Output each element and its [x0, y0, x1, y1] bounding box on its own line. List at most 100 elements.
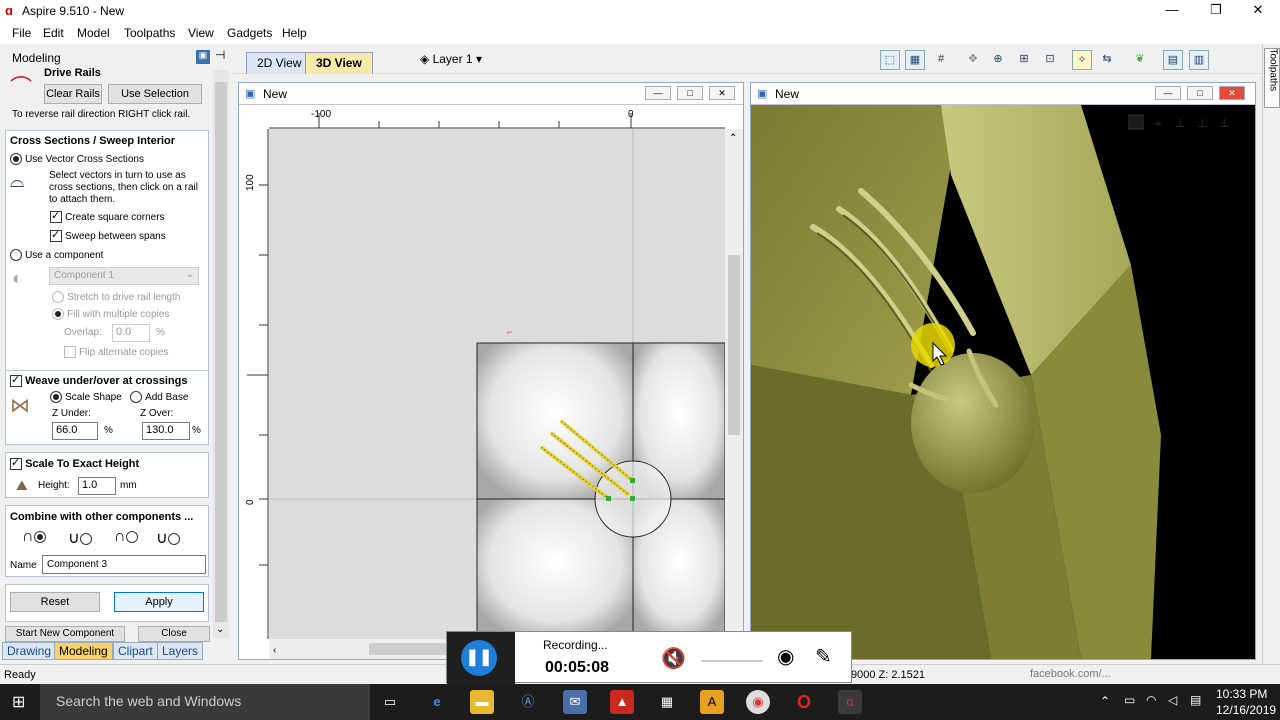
overlap-input[interactable]: 0.0 — [112, 324, 150, 342]
store-icon[interactable]: ▦ — [655, 690, 679, 714]
snap-icon[interactable]: ✧ — [1072, 50, 1092, 70]
3d-tool-icon[interactable]: ⌖ — [1155, 116, 1162, 130]
menu-gadgets[interactable]: Gadgets — [227, 26, 272, 40]
node-handle[interactable] — [606, 496, 611, 501]
menu-edit[interactable]: Edit — [43, 26, 64, 40]
view-3d-close[interactable]: ✕ — [1219, 86, 1245, 100]
tile-vertical-icon[interactable]: ▥ — [1189, 50, 1209, 70]
aspire-active-icon[interactable]: ɑ — [838, 690, 862, 714]
restore-button[interactable]: ❐ — [1194, 0, 1238, 22]
pan-icon[interactable]: ✥ — [963, 50, 983, 70]
square-corners-checkbox[interactable]: Create square corners — [50, 209, 165, 224]
view-2d-vscroll-thumb[interactable] — [728, 255, 740, 435]
minimize-button[interactable]: — — [1150, 0, 1194, 22]
menu-view[interactable]: View — [188, 26, 214, 40]
view-2d-maximize[interactable]: □ — [677, 86, 703, 100]
3d-tool-icon[interactable]: ⊥ — [1197, 116, 1207, 130]
windows-start-icon[interactable]: ⊞ — [12, 692, 25, 712]
app-icon[interactable]: Ⓐ — [516, 690, 540, 714]
menu-help[interactable]: Help — [282, 26, 307, 40]
add-base-radio[interactable]: Add Base — [130, 391, 188, 404]
stretch-radio[interactable]: Stretch to drive rail length — [52, 291, 180, 304]
scroll-up-icon[interactable]: ⌃ — [729, 133, 737, 144]
panel-scroll-thumb[interactable] — [215, 82, 227, 622]
combine-merge-option[interactable]: ∩ — [114, 528, 138, 546]
panel-dock-icon[interactable]: ⊣ — [215, 48, 225, 62]
sweep-spans-checkbox[interactable]: Sweep between spans — [50, 228, 166, 243]
z-under-input[interactable]: 66.0 — [52, 422, 98, 440]
edge-icon[interactable]: e — [425, 690, 449, 714]
combine-multiply-option[interactable]: ∪ — [156, 528, 180, 548]
start-new-component-button[interactable]: Start New Component — [5, 626, 125, 642]
network-icon[interactable]: ◠ — [1146, 693, 1156, 707]
3d-tool-icon[interactable]: ⊥ — [1219, 116, 1229, 130]
scroll-left-icon[interactable]: ‹ — [273, 645, 276, 656]
tab-layers[interactable]: Layers — [157, 642, 204, 660]
menu-model[interactable]: Model — [77, 26, 110, 40]
tab-drawing[interactable]: Drawing — [2, 642, 57, 660]
tab-2d-view[interactable]: 2D View — [246, 52, 313, 74]
speaker-muted-icon[interactable]: 🔇 — [661, 646, 686, 671]
clear-rails-button[interactable]: Clear Rails — [44, 84, 102, 104]
opera-icon[interactable]: O — [792, 690, 816, 714]
align-icon[interactable]: ⇆ — [1097, 50, 1117, 70]
reset-button[interactable]: Reset — [10, 592, 100, 612]
notification-icon[interactable]: ▤ — [1190, 693, 1201, 707]
3d-tool-icon[interactable]: ⊥ — [1175, 116, 1185, 130]
menu-toolpaths[interactable]: Toolpaths — [124, 26, 175, 40]
grid-icon[interactable]: # — [931, 50, 951, 70]
close-panel-button[interactable]: Close — [138, 626, 210, 642]
use-component-radio[interactable]: Use a component — [10, 249, 103, 262]
apply-button[interactable]: Apply — [114, 592, 204, 612]
zoom-box-icon[interactable]: ⬚ — [880, 50, 900, 70]
component-name-input[interactable]: Component 3 — [42, 555, 206, 574]
volume-slider[interactable] — [701, 660, 763, 662]
use-vector-radio[interactable]: Use Vector Cross Sections — [10, 153, 144, 166]
scroll-down-icon[interactable]: ⌄ — [216, 624, 224, 635]
view-2d-canvas[interactable]: -100 0 100 0 ⌐ ⌃ ‹ — [239, 105, 743, 659]
view-2d-close[interactable]: ✕ — [709, 86, 735, 100]
image-view-icon[interactable]: ▦ — [905, 50, 925, 70]
scale-shape-radio[interactable]: Scale Shape — [50, 391, 122, 404]
zoom-selection-icon[interactable]: ⊡ — [1040, 50, 1060, 70]
zoom-extents-icon[interactable]: ⊞ — [1014, 50, 1034, 70]
battery-icon[interactable]: ▭ — [1124, 693, 1135, 707]
webcam-icon[interactable]: ◉ — [777, 644, 794, 669]
volume-icon[interactable]: ◁ — [1168, 693, 1177, 707]
layer-dropdown[interactable]: ◈ Layer 1 ▾ — [420, 52, 482, 66]
file-explorer-icon[interactable]: ▬ — [470, 690, 494, 714]
view-3d-maximize[interactable]: □ — [1187, 86, 1213, 100]
node-handle[interactable] — [630, 478, 635, 483]
leaf-icon[interactable]: ❦ — [1130, 50, 1150, 70]
app-icon[interactable]: ✉ — [563, 690, 587, 714]
taskbar-search-box[interactable]: Search the web and Windows — [40, 684, 370, 720]
tab-clipart[interactable]: Clipart — [113, 642, 158, 660]
combine-add-option[interactable]: ∩ — [22, 528, 46, 546]
weave-checkbox[interactable]: Weave under/over at crossings — [10, 373, 187, 388]
fill-multiple-radio[interactable]: Fill with multiple copies — [52, 308, 169, 321]
toolpaths-side-tab[interactable]: Toolpaths — [1264, 48, 1280, 108]
pen-icon[interactable]: ✎ — [815, 644, 832, 669]
tray-up-icon[interactable]: ⌃ — [1100, 694, 1110, 708]
flip-checkbox[interactable]: Flip alternate copies — [64, 346, 169, 359]
use-selection-button[interactable]: Use Selection — [108, 84, 202, 104]
view-2d-minimize[interactable]: — — [645, 86, 671, 100]
tab-3d-view[interactable]: 3D View — [305, 52, 373, 74]
task-view-icon[interactable]: ▭ — [378, 690, 402, 714]
close-window-button[interactable]: ✕ — [1236, 0, 1280, 22]
tile-horizontal-icon[interactable]: ▤ — [1163, 50, 1183, 70]
pause-icon[interactable]: ❚❚ — [461, 640, 497, 676]
panel-scrollbar[interactable]: ⌄ — [213, 70, 229, 638]
scale-height-checkbox[interactable]: Scale To Exact Height — [10, 456, 139, 471]
panel-pin-icon[interactable]: ▣ — [196, 50, 210, 64]
node-handle[interactable] — [630, 496, 635, 501]
tab-modeling[interactable]: Modeling — [54, 642, 113, 660]
height-input[interactable]: 1.0 — [78, 477, 116, 495]
view-3d-minimize[interactable]: — — [1155, 86, 1181, 100]
chrome-icon[interactable]: ◉ — [746, 690, 770, 714]
aspire-taskbar-icon[interactable]: A — [700, 690, 724, 714]
zoom-in-icon[interactable]: ⊕ — [988, 50, 1008, 70]
z-over-input[interactable]: 130.0 — [142, 422, 190, 440]
view-3d-canvas[interactable]: ⌖ ⊥ ⊥ ⊥ — [751, 105, 1255, 659]
combine-subtract-option[interactable]: ∪ — [68, 528, 92, 548]
